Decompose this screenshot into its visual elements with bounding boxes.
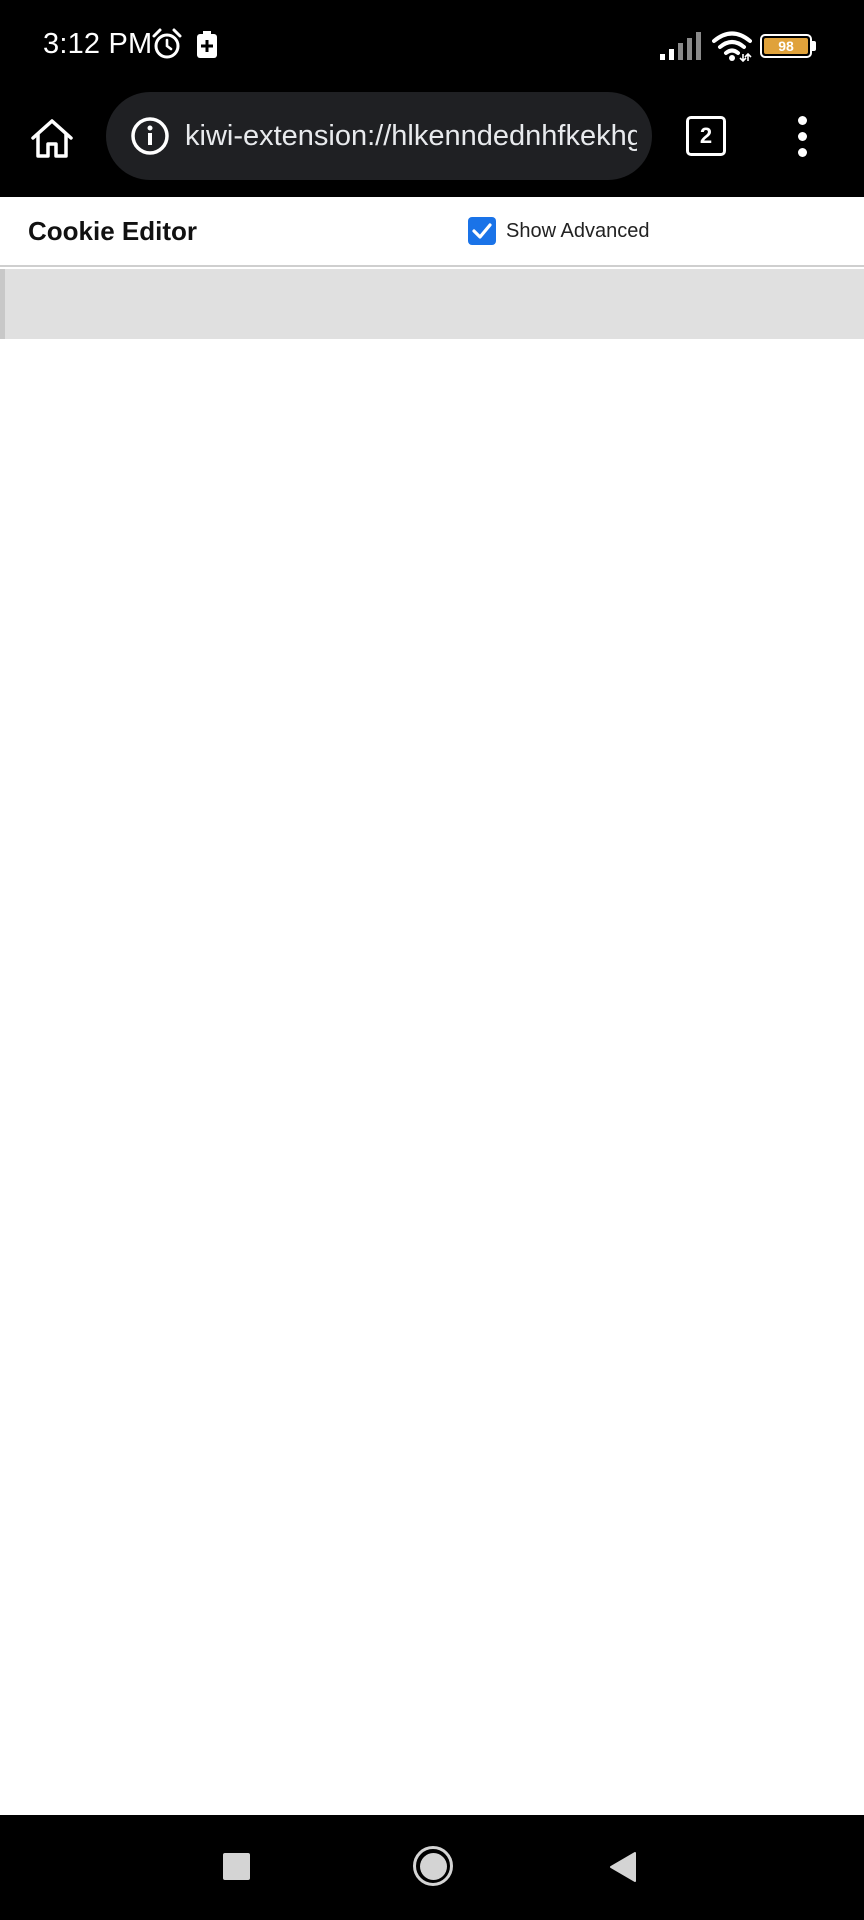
battery-tip bbox=[812, 41, 816, 51]
battery-saver-icon bbox=[197, 31, 217, 58]
content-area bbox=[0, 339, 864, 1815]
page-title: Cookie Editor bbox=[28, 216, 198, 246]
battery-icon: 98 bbox=[760, 34, 812, 58]
home-icon bbox=[31, 119, 73, 158]
status-bar: 3:12 PM 98 bbox=[0, 0, 864, 90]
menu-dot bbox=[797, 115, 807, 125]
info-icon[interactable] bbox=[130, 116, 170, 156]
url-bar[interactable]: kiwi-extension://hlkenndednhfkekhgcdicdf… bbox=[106, 92, 652, 180]
navigation-bar bbox=[0, 1815, 864, 1920]
wifi-icon bbox=[712, 31, 752, 62]
show-advanced-toggle[interactable]: Show Advanced bbox=[468, 216, 649, 246]
menu-dot bbox=[797, 131, 807, 141]
menu-dot bbox=[797, 147, 807, 157]
back-icon[interactable] bbox=[609, 1851, 637, 1883]
home-nav-icon[interactable] bbox=[413, 1846, 453, 1886]
home-button[interactable] bbox=[24, 110, 80, 166]
url-text[interactable]: kiwi-extension://hlkenndednhfkekhgcdicdf… bbox=[185, 116, 637, 156]
checkmark-icon bbox=[472, 223, 492, 239]
home-nav-inner bbox=[419, 1852, 447, 1880]
tab-switcher-button[interactable]: 2 bbox=[686, 116, 726, 156]
signal-icon bbox=[660, 32, 701, 60]
recents-icon[interactable] bbox=[223, 1853, 250, 1880]
screen: 3:12 PM 98 kiwi-extension://hlkenndednhf… bbox=[0, 0, 864, 1920]
cookie-list-bar bbox=[0, 269, 864, 339]
status-time: 3:12 PM bbox=[43, 28, 153, 60]
more-vert-icon[interactable] bbox=[782, 108, 822, 164]
show-advanced-label[interactable]: Show Advanced bbox=[506, 220, 649, 243]
browser-toolbar: kiwi-extension://hlkenndednhfkekhgcdicdf… bbox=[0, 90, 864, 197]
extension-header: Cookie Editor Show Advanced bbox=[0, 197, 864, 267]
alarm-icon bbox=[152, 28, 182, 59]
battery-level: 98 bbox=[764, 38, 808, 54]
show-advanced-checkbox[interactable] bbox=[468, 217, 496, 245]
